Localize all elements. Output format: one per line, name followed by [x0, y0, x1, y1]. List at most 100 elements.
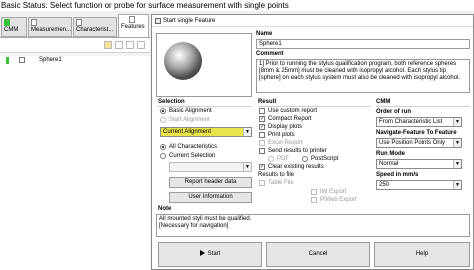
- order-of-run-value: From Characteristic List: [379, 119, 443, 125]
- note-line-2: [Necessary for navigation]: [159, 223, 229, 229]
- list-icon[interactable]: [115, 41, 123, 49]
- user-information-label: User Information: [188, 194, 233, 200]
- status-bar: Basic Status: Select function or probe f…: [0, 0, 474, 11]
- status-text: Basic Status: Select function or probe f…: [1, 1, 289, 10]
- filter-icon[interactable]: [104, 41, 112, 49]
- cmm-divider: [376, 106, 470, 107]
- alignment-value: Current Alignment: [163, 129, 212, 135]
- chevron-down-icon: ▼: [243, 128, 251, 136]
- sphere-icon: [164, 42, 202, 80]
- help-button[interactable]: Help: [374, 242, 470, 267]
- chevron-down-icon: ▼: [243, 163, 251, 171]
- comment-text: 1] Prior to running the stylus qualifica…: [259, 61, 461, 81]
- feature-label: Sphere1: [39, 57, 62, 63]
- cmm-label: CMM: [376, 99, 391, 105]
- pdf-radio[interactable]: [268, 156, 274, 162]
- table-file-label: Table File: [268, 180, 294, 186]
- feature-list: Sphere1: [0, 56, 150, 270]
- features-toolbar: [0, 38, 150, 53]
- piweb-export-label: PiWeb Export: [320, 197, 357, 203]
- postscript-label: PostScript: [311, 156, 339, 162]
- app-root: Basic Status: Select function or probe f…: [0, 0, 474, 270]
- dialog-title: Start single Feature: [163, 18, 216, 24]
- tab-features[interactable]: Features: [118, 14, 149, 37]
- report-header-data-button[interactable]: Report header data: [169, 177, 252, 188]
- help-label: Help: [415, 251, 429, 257]
- send-results-printer-label: Send results to printer: [268, 148, 327, 154]
- clear-existing-results-label: Clear existing results: [268, 164, 324, 170]
- start-alignment-label: Start Alignment: [169, 117, 210, 123]
- tab-characteristics-label: Characterist...: [76, 27, 114, 33]
- basic-alignment-radio[interactable]: [160, 108, 166, 114]
- tab-features-label: Features: [121, 24, 145, 30]
- run-mode-dropdown[interactable]: Normal ▼: [376, 159, 462, 169]
- tab-measurement[interactable]: Measuremen...: [28, 17, 72, 37]
- list-item[interactable]: Sphere1: [3, 56, 147, 64]
- current-selection-label: Current Selection: [169, 153, 216, 159]
- name-value: Sphere1: [259, 41, 282, 47]
- send-results-printer-checkbox[interactable]: [259, 148, 265, 154]
- cancel-label: Cancel: [308, 251, 328, 257]
- iw-export-label: IW Export: [320, 189, 347, 195]
- selection-dropdown[interactable]: ▼: [169, 162, 252, 172]
- page-icon: [129, 16, 135, 23]
- alignment-dropdown[interactable]: Current Alignment ▼: [160, 127, 252, 137]
- display-plots-checkbox[interactable]: ✓: [259, 124, 265, 130]
- settings-icon[interactable]: [137, 41, 145, 49]
- start-single-feature-dialog: Start single Feature Name Sphere1 Commen…: [151, 14, 474, 270]
- clear-existing-results-checkbox[interactable]: ✓: [259, 164, 265, 170]
- note-field[interactable]: All mounted styli must be qualified. [Ne…: [156, 214, 470, 237]
- name-label: Name: [256, 31, 273, 37]
- start-label: Start: [207, 251, 221, 257]
- features-pane: Sphere1: [0, 37, 150, 270]
- postscript-radio[interactable]: [302, 156, 308, 162]
- excel-report-checkbox[interactable]: [259, 140, 265, 146]
- speed-label: Speed in mm/s: [376, 172, 419, 178]
- compact-report-label: Compact Report: [268, 116, 312, 122]
- grid-icon[interactable]: [126, 41, 134, 49]
- tab-cmm-label: CMM: [4, 27, 19, 33]
- navigate-value: Use Position Points Only: [379, 140, 446, 146]
- display-plots-label: Display plots: [268, 124, 303, 130]
- speed-dropdown[interactable]: 250 ▼: [376, 180, 462, 190]
- chevron-down-icon: ▼: [453, 118, 461, 126]
- current-selection-radio[interactable]: [160, 153, 166, 159]
- note-label: Note: [158, 206, 172, 212]
- navigate-dropdown[interactable]: Use Position Points Only ▼: [376, 138, 462, 148]
- comment-label: Comment: [256, 51, 284, 57]
- all-characteristics-label: All Characteristics: [169, 144, 218, 150]
- selection-divider: [158, 106, 252, 107]
- start-button[interactable]: Start: [158, 242, 262, 267]
- start-alignment-radio[interactable]: [160, 117, 166, 123]
- order-of-run-dropdown[interactable]: From Characteristic List ▼: [376, 117, 462, 127]
- feature-checkbox[interactable]: [19, 57, 25, 63]
- basic-alignment-label: Basic Alignment: [169, 108, 212, 114]
- comment-field[interactable]: 1] Prior to running the stylus qualifica…: [256, 59, 470, 93]
- speed-value: 250: [379, 182, 390, 188]
- name-field[interactable]: Sphere1: [256, 39, 470, 49]
- use-custom-report-checkbox[interactable]: [259, 108, 265, 114]
- green-status-icon: [4, 19, 10, 26]
- left-tab-row: CMM Measuremen... Characterist... Featur…: [0, 14, 150, 37]
- tab-cmm[interactable]: CMM: [1, 17, 27, 37]
- app-icon: [155, 18, 161, 24]
- print-plots-checkbox[interactable]: [259, 132, 265, 138]
- run-mode-value: Normal: [379, 161, 399, 167]
- dialog-title-bar: Start single Feature: [152, 15, 473, 27]
- tab-measurement-label: Measuremen...: [31, 27, 72, 33]
- chevron-down-icon: ▼: [453, 139, 461, 147]
- chevron-down-icon: ▼: [453, 181, 461, 189]
- use-custom-report-label: Use custom report: [268, 108, 318, 114]
- order-of-run-label: Order of run: [376, 109, 412, 115]
- all-characteristics-radio[interactable]: [160, 144, 166, 150]
- table-file-checkbox[interactable]: [259, 180, 265, 186]
- tab-characteristics[interactable]: Characterist...: [73, 17, 117, 37]
- print-plots-label: Print plots: [268, 132, 295, 138]
- piweb-export-checkbox[interactable]: [311, 197, 317, 203]
- cancel-button[interactable]: Cancel: [266, 242, 370, 267]
- user-information-button[interactable]: User Information: [169, 192, 252, 203]
- feature-status-indicator: [6, 57, 9, 64]
- compact-report-checkbox[interactable]: ✓: [259, 116, 265, 122]
- iw-export-checkbox[interactable]: [311, 189, 317, 195]
- report-header-data-label: Report header data: [184, 179, 237, 185]
